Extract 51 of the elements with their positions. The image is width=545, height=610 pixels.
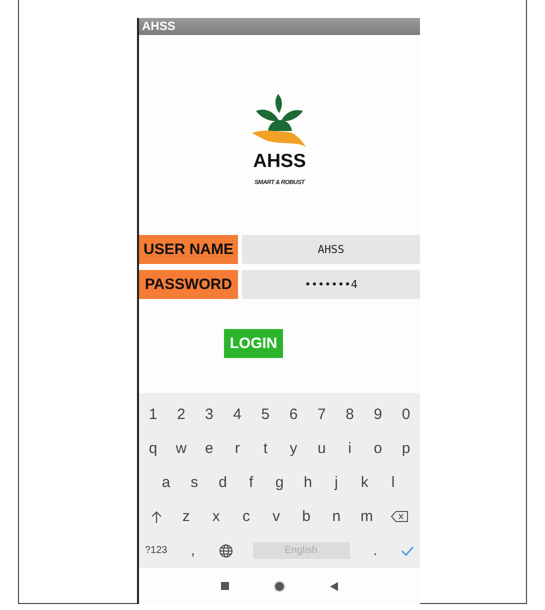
keyboard-key[interactable]: 0 [400, 406, 412, 423]
keyboard-key[interactable]: 8 [344, 406, 356, 423]
back-icon[interactable] [330, 582, 338, 590]
keyboard-key[interactable]: p [400, 440, 412, 457]
keyboard-key[interactable]: 9 [372, 406, 384, 423]
backspace-icon[interactable] [391, 511, 408, 522]
logo-name: AHSS [253, 151, 306, 173]
globe-icon[interactable] [218, 544, 233, 558]
keyboard-key[interactable]: k [358, 474, 371, 491]
keyboard-key[interactable]: l [387, 474, 399, 491]
keyboard-key[interactable]: t [259, 440, 272, 457]
keyboard-key[interactable]: w [175, 440, 188, 457]
keyboard-key[interactable]: s [188, 474, 200, 491]
keyboard-key[interactable]: q [147, 440, 159, 457]
window-title: AHSS [139, 18, 420, 35]
keyboard-key[interactable]: 6 [288, 406, 300, 423]
shift-icon[interactable] [151, 510, 162, 523]
keyboard-key[interactable]: 1 [147, 406, 159, 423]
keyboard-key[interactable]: , [187, 542, 199, 560]
keyboard-key[interactable]: d [216, 474, 229, 491]
keyboard-key[interactable]: n [330, 508, 342, 526]
keyboard-key[interactable]: u [316, 440, 328, 457]
keyboard-key[interactable]: ?123 [145, 545, 168, 556]
keyboard-key[interactable]: v [270, 508, 282, 526]
keyboard-key[interactable]: i [344, 440, 356, 457]
keyboard-key[interactable]: z [180, 508, 192, 526]
input-field[interactable]: •••••••4 [242, 270, 420, 299]
keyboard-key[interactable]: o [372, 440, 384, 457]
keyboard-key[interactable]: f [245, 474, 258, 491]
input-field[interactable]: AHSS [242, 235, 420, 264]
keyboard-key[interactable]: g [274, 474, 286, 491]
field-label: USER NAME [139, 235, 238, 264]
keyboard-key[interactable]: r [231, 440, 244, 457]
keyboard-key[interactable]: h [302, 474, 314, 491]
keyboard-key[interactable]: . [369, 542, 382, 560]
keyboard-key[interactable]: m [360, 508, 373, 526]
keyboard-key[interactable]: 2 [175, 406, 188, 423]
field-label: PASSWORD [139, 270, 238, 299]
keyboard-key[interactable]: a [160, 474, 172, 491]
keyboard-key[interactable]: y [288, 440, 300, 457]
keyboard-key[interactable]: j [330, 474, 342, 491]
keyboard-key[interactable]: b [300, 508, 312, 526]
keyboard-key[interactable]: c [240, 508, 252, 526]
keyboard-key[interactable]: 3 [203, 406, 216, 423]
keyboard-key[interactable]: e [203, 440, 216, 457]
keyboard-key[interactable]: x [210, 508, 222, 526]
keyboard-key[interactable]: 5 [259, 406, 272, 423]
home-icon[interactable] [273, 580, 286, 592]
check-icon[interactable] [401, 546, 414, 556]
keyboard-key[interactable]: 7 [316, 406, 328, 423]
keyboard-key[interactable]: 4 [231, 406, 244, 423]
